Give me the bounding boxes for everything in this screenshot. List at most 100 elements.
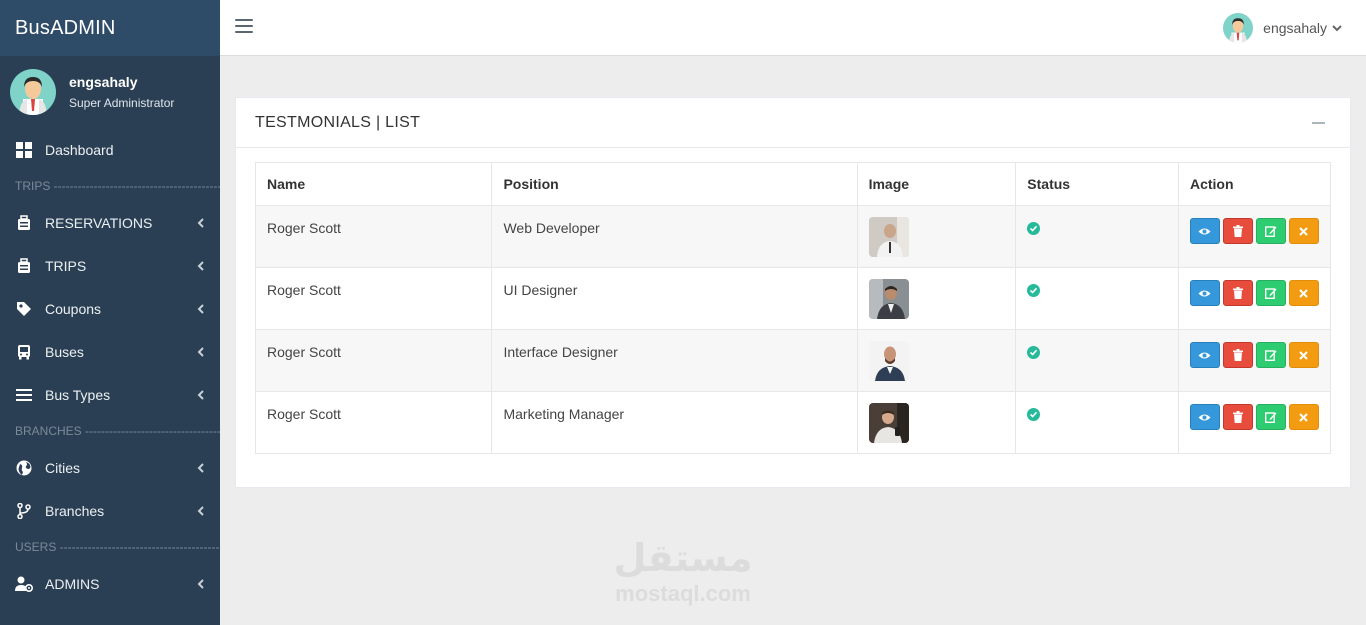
view-button[interactable]: [1189, 342, 1220, 368]
delete-button[interactable]: [1222, 280, 1253, 306]
section-users: USERS ----------------------------------…: [15, 540, 220, 554]
dashboard-icon: [15, 141, 33, 159]
suitcase-icon: [15, 257, 33, 275]
edit-button[interactable]: [1255, 218, 1286, 244]
cell-image: [856, 329, 1017, 392]
delete-button[interactable]: [1222, 404, 1253, 430]
bus-icon: [15, 343, 33, 361]
check-circle-icon: [1027, 284, 1041, 297]
chevron-left-icon: [197, 346, 204, 357]
close-icon: [1299, 350, 1309, 360]
sidebar-item-label: Bus Types: [45, 386, 111, 403]
edit-icon: [1264, 350, 1277, 361]
cell-actions: [1177, 267, 1332, 330]
sidebar-item-buses[interactable]: Buses: [0, 330, 220, 373]
edit-button[interactable]: [1255, 404, 1286, 430]
brand-logo[interactable]: BusADMIN: [0, 0, 220, 56]
table-header-row: Name Position Image Status Action: [254, 162, 1332, 206]
view-button[interactable]: [1189, 404, 1220, 430]
sidebar-item-branches[interactable]: Branches: [0, 489, 220, 532]
view-button[interactable]: [1189, 280, 1220, 306]
cell-actions: [1177, 391, 1332, 454]
chevron-left-icon: [197, 389, 204, 400]
edit-button[interactable]: [1255, 342, 1286, 368]
chevron-left-icon: [197, 260, 204, 271]
cell-position: Marketing Manager: [491, 391, 858, 454]
view-button[interactable]: [1189, 218, 1220, 244]
sidebar-item-label: Cities: [45, 459, 81, 476]
eye-icon: [1198, 414, 1211, 420]
section-branches: BRANCHES -------------------------------…: [15, 424, 220, 438]
trash-icon: [1232, 225, 1243, 237]
sidebar-item-dashboard[interactable]: Dashboard: [0, 128, 220, 171]
sidebar-item-label: TRIPS: [45, 257, 87, 274]
globe-icon: [15, 459, 33, 477]
hamburger-menu-icon[interactable]: [235, 19, 253, 35]
table-row: Roger Scott Interface Designer: [254, 329, 1332, 392]
topbar: engsahaly: [220, 0, 1366, 56]
sidebar: BusADMIN engsahaly Super Administrator D…: [0, 0, 220, 625]
close-icon: [1299, 288, 1309, 298]
eye-icon: [1198, 352, 1211, 358]
sidebar-item-label: Coupons: [45, 300, 102, 317]
watermark: مستقل mostaql.com: [597, 534, 769, 606]
table-row: Roger Scott UI Designer: [254, 267, 1332, 330]
delete-button[interactable]: [1222, 218, 1253, 244]
close-icon: [1299, 226, 1309, 236]
sidebar-item-cities[interactable]: Cities: [0, 446, 220, 489]
sidebar-item-admins[interactable]: ADMINS: [0, 562, 220, 605]
sidebar-item-bus-types[interactable]: Bus Types: [0, 373, 220, 416]
testimonials-table: Name Position Image Status Action Roger …: [254, 162, 1332, 454]
cell-name: Roger Scott: [254, 205, 493, 268]
sidebar-item-label: RESERVATIONS: [45, 214, 153, 231]
chevron-left-icon: [197, 303, 204, 314]
sidebar-item-label: Branches: [45, 502, 105, 519]
watermark-arabic: مستقل: [613, 536, 753, 580]
cell-name: Roger Scott: [254, 267, 493, 330]
cancel-button[interactable]: [1288, 280, 1319, 306]
table-row: Roger Scott Web Developer: [254, 205, 1332, 268]
cancel-button[interactable]: [1288, 218, 1319, 244]
suitcase-icon: [15, 214, 33, 232]
watermark-latin: mostaql.com: [615, 581, 751, 606]
edit-button[interactable]: [1255, 280, 1286, 306]
edit-icon: [1264, 288, 1277, 299]
sidebar-item-coupons[interactable]: Coupons: [0, 287, 220, 330]
avatar: [10, 69, 56, 115]
profile-name: engsahaly: [69, 74, 138, 90]
cell-position: Interface Designer: [491, 329, 858, 392]
sidebar-item-label: ADMINS: [45, 575, 100, 592]
chevron-left-icon: [197, 217, 204, 228]
cell-status: [1015, 391, 1179, 454]
user-menu-dropdown[interactable]: engsahaly: [1223, 13, 1342, 43]
chevron-left-icon: [197, 505, 204, 516]
testimonial-photo: [868, 279, 909, 319]
cell-image: [856, 391, 1017, 454]
collapse-minus-icon[interactable]: [1312, 122, 1325, 124]
cell-status: [1015, 205, 1179, 268]
chevron-left-icon: [197, 462, 204, 473]
sidebar-item-reservations[interactable]: RESERVATIONS: [0, 201, 220, 244]
close-icon: [1299, 412, 1309, 422]
panel-title: TESTMONIALS | LIST: [255, 113, 421, 131]
tag-icon: [15, 300, 33, 318]
sidebar-item-trips[interactable]: TRIPS: [0, 244, 220, 287]
eye-icon: [1198, 290, 1211, 296]
user-cog-icon: [15, 575, 33, 593]
list-icon: [15, 386, 33, 404]
cancel-button[interactable]: [1288, 404, 1319, 430]
sidebar-item-label: Buses: [45, 343, 84, 360]
column-header-image: Image: [856, 162, 1017, 206]
sidebar-item-label: Dashboard: [45, 141, 114, 158]
cell-name: Roger Scott: [254, 391, 493, 454]
testimonials-panel: TESTMONIALS | LIST Name Position Image S…: [235, 97, 1351, 488]
cancel-button[interactable]: [1288, 342, 1319, 368]
check-circle-icon: [1027, 222, 1041, 235]
column-header-status: Status: [1015, 162, 1179, 206]
delete-button[interactable]: [1222, 342, 1253, 368]
edit-icon: [1264, 412, 1277, 423]
check-circle-icon: [1027, 408, 1041, 421]
column-header-name: Name: [254, 162, 493, 206]
trash-icon: [1232, 411, 1243, 423]
topbar-username: engsahaly: [1263, 20, 1327, 36]
